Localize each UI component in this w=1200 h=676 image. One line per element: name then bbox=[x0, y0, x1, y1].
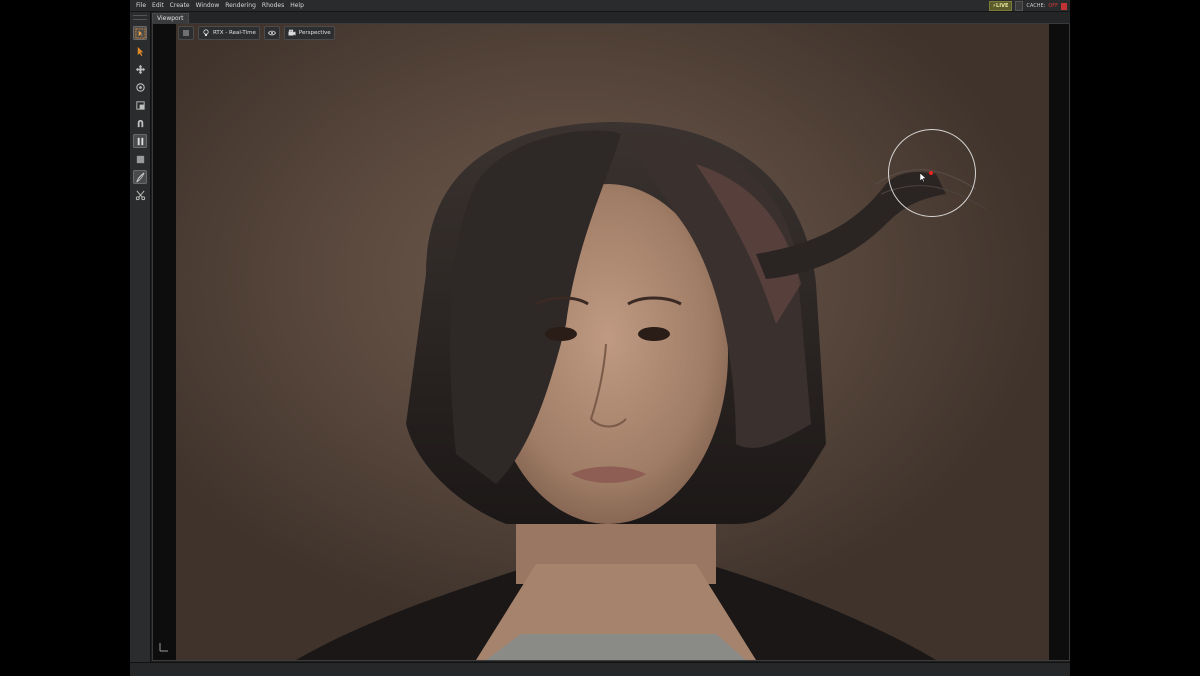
axis-gizmo-icon bbox=[159, 643, 168, 652]
viewport-canvas[interactable]: RTX - Real-Time Perspective bbox=[176, 24, 1049, 660]
menu-bar: File Edit Create Window Rendering Rhodes… bbox=[130, 0, 1070, 12]
render-mode-dropdown[interactable]: RTX - Real-Time bbox=[198, 26, 260, 40]
toolbar-grip[interactable] bbox=[133, 15, 147, 20]
menu-create[interactable]: Create bbox=[170, 0, 190, 11]
menu-rendering[interactable]: Rendering bbox=[225, 0, 256, 11]
cache-label: CACHE: bbox=[1026, 3, 1046, 9]
left-toolbar bbox=[130, 12, 151, 662]
live-controls: ⚡LIVE CACHE: OFF bbox=[988, 1, 1067, 11]
rotate-tool-button[interactable] bbox=[133, 80, 147, 94]
snap-tool-button[interactable] bbox=[133, 116, 147, 130]
live-label: LIVE bbox=[996, 3, 1009, 9]
move-tool-button[interactable] bbox=[133, 62, 147, 76]
tab-strip: Viewport bbox=[152, 12, 1070, 24]
live-button[interactable]: ⚡LIVE bbox=[988, 1, 1013, 11]
record-indicator-icon[interactable] bbox=[1061, 2, 1067, 10]
mouse-cursor-icon bbox=[920, 173, 926, 182]
viewport-toolbar: RTX - Real-Time Perspective bbox=[178, 26, 335, 40]
live-dropdown[interactable] bbox=[1015, 1, 1024, 11]
pointer-tool-button[interactable] bbox=[133, 44, 147, 58]
scissors-icon bbox=[135, 190, 145, 200]
menu-items: File Edit Create Window Rendering Rhodes… bbox=[130, 0, 310, 11]
camera-dropdown[interactable]: Perspective bbox=[283, 26, 335, 40]
pause-icon bbox=[137, 137, 143, 145]
scale-tool-button[interactable] bbox=[133, 98, 147, 112]
visibility-dropdown[interactable] bbox=[263, 26, 280, 40]
cache-value[interactable]: OFF bbox=[1048, 3, 1058, 9]
eye-icon bbox=[267, 30, 276, 36]
rotate-icon bbox=[135, 82, 145, 92]
pause-button[interactable] bbox=[133, 134, 147, 148]
select-tool-button[interactable] bbox=[133, 26, 147, 40]
menu-window[interactable]: Window bbox=[196, 0, 220, 11]
render-mode-label: RTX - Real-Time bbox=[213, 30, 256, 36]
cut-tool-button[interactable] bbox=[133, 188, 147, 202]
render-image bbox=[296, 122, 987, 660]
camera-icon bbox=[288, 29, 296, 36]
menu-rhodes[interactable]: Rhodes bbox=[262, 0, 284, 11]
viewport-panel: RTX - Real-Time Perspective bbox=[152, 23, 1070, 661]
move-icon bbox=[135, 64, 145, 74]
status-bar bbox=[130, 662, 1070, 676]
app-window: File Edit Create Window Rendering Rhodes… bbox=[130, 0, 1070, 676]
scale-icon bbox=[135, 100, 145, 110]
brush-icon bbox=[135, 171, 145, 182]
viewport-settings-button[interactable] bbox=[178, 26, 194, 40]
menu-edit[interactable]: Edit bbox=[152, 0, 164, 11]
settings-sliders-icon bbox=[183, 30, 189, 36]
menu-file[interactable]: File bbox=[136, 0, 146, 11]
pointer-icon bbox=[137, 46, 143, 56]
brush-center-dot bbox=[929, 171, 933, 175]
camera-label: Perspective bbox=[298, 30, 331, 36]
magnet-icon bbox=[137, 119, 143, 127]
lightbulb-icon bbox=[203, 29, 209, 36]
stop-icon bbox=[136, 155, 144, 163]
brush-tool-button[interactable] bbox=[133, 170, 147, 184]
select-icon bbox=[134, 27, 146, 39]
menu-help[interactable]: Help bbox=[290, 0, 304, 11]
stop-button[interactable] bbox=[133, 152, 147, 166]
